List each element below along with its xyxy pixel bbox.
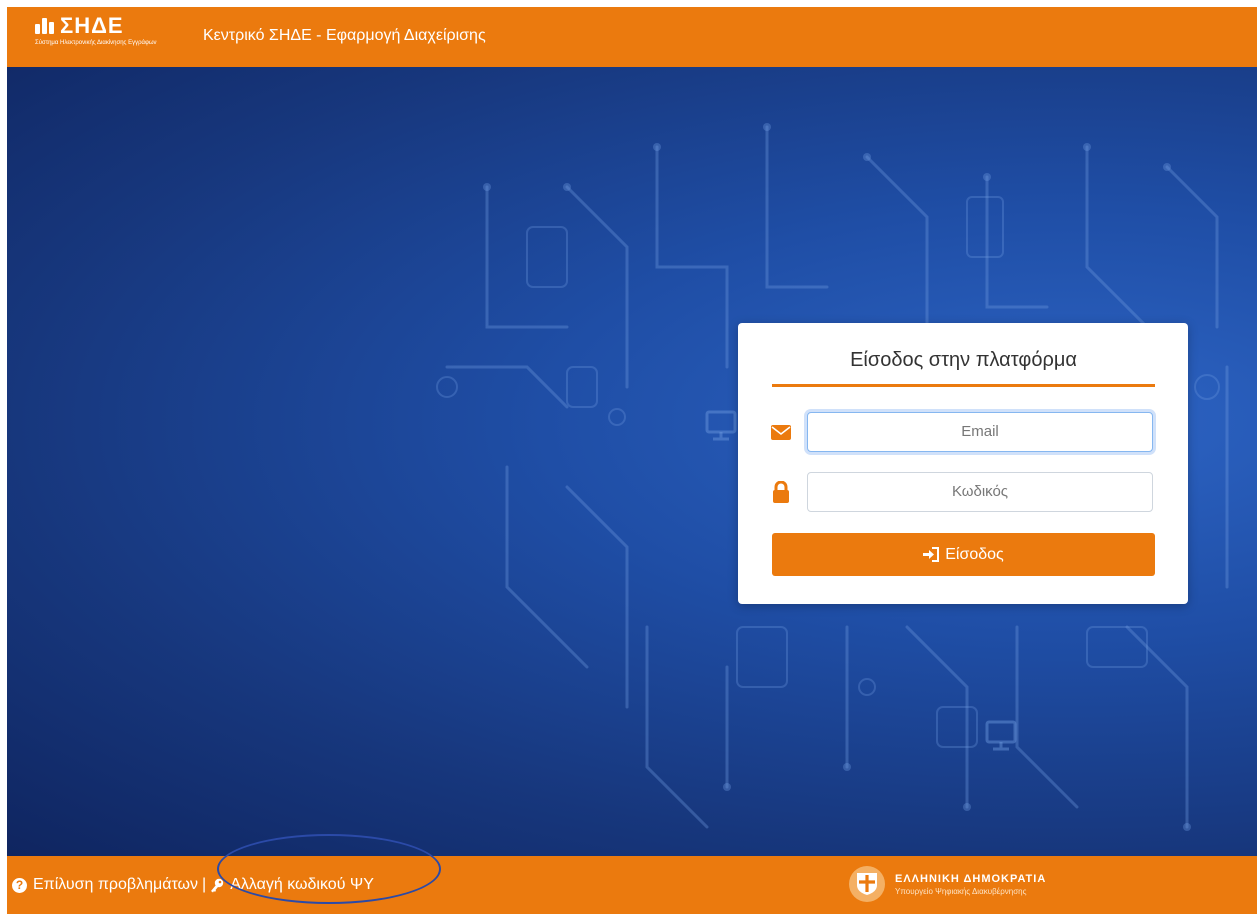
login-button[interactable]: Είσοδος	[772, 533, 1155, 576]
sede-logo[interactable]: ΣΗΔΕ Σύστημα Ηλεκτρονικής Διακίνησης Εγγ…	[35, 13, 157, 46]
hellenic-republic-logo[interactable]: ΕΛΛΗΝΙΚΗ ΔΗΜΟΚΡΑΤΙΑ Υπουργείο Ψηφιακής Δ…	[849, 866, 1046, 902]
gov-subtitle: Υπουργείο Ψηφιακής Διακυβέρνησης	[895, 886, 1027, 896]
login-card: Είσοδος στην πλατφόρμα Email Κωδικός Είσ…	[738, 323, 1188, 604]
app-title: Κεντρικό ΣΗΔΕ - Εφαρμογή Διαχείρισης	[203, 27, 486, 44]
footer-separator: |	[202, 876, 207, 893]
footer-bar: ? Επίλυση προβλημάτων | Αλλαγή κωδικού Ψ…	[7, 856, 1257, 914]
gov-title: ΕΛΛΗΝΙΚΗ ΔΗΜΟΚΡΑΤΙΑ	[895, 872, 1047, 885]
login-button-label: Είσοδος	[945, 545, 1004, 563]
title-divider	[772, 384, 1155, 387]
envelope-icon	[770, 421, 792, 443]
key-icon	[210, 878, 224, 893]
logo-text: ΣΗΔΕ	[60, 13, 124, 38]
logo-mark-icon	[35, 18, 56, 34]
password-field[interactable]: Κωδικός	[807, 472, 1153, 512]
login-title: Είσοδος στην πλατφόρμα	[850, 349, 1077, 371]
logo-subtitle: Σύστημα Ηλεκτρονικής Διακίνησης Εγγράφων	[35, 40, 157, 46]
app-frame: ΣΗΔΕ Σύστημα Ηλεκτρονικής Διακίνησης Εγγ…	[7, 7, 1257, 914]
question-circle-icon: ?	[12, 877, 27, 893]
greek-emblem-icon	[849, 866, 885, 902]
change-password-link[interactable]: Αλλαγή κωδικού ΨΥ	[230, 876, 374, 894]
email-field[interactable]: Email	[807, 412, 1153, 452]
sign-in-icon	[923, 547, 940, 562]
help-link[interactable]: Επίλυση προβλημάτων	[33, 876, 198, 894]
top-bar: ΣΗΔΕ Σύστημα Ηλεκτρονικής Διακίνησης Εγγ…	[7, 7, 1257, 67]
lock-icon	[770, 481, 792, 503]
